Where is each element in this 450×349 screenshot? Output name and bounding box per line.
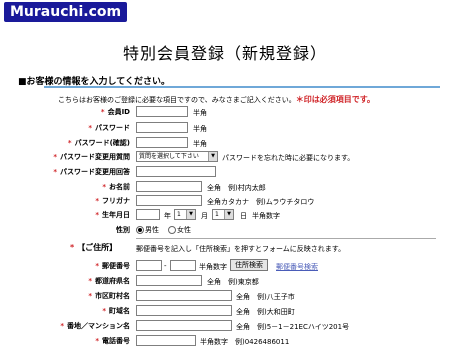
password-label: * パスワード bbox=[88, 124, 130, 132]
member-id-row: * 会員ID 半角 bbox=[0, 106, 450, 120]
street-label: * 番地／マンション名 bbox=[60, 322, 130, 330]
phone-row: * 電話番号 半角数字 例)0426486011 bbox=[0, 335, 450, 349]
gender-female-option[interactable]: 女性 bbox=[168, 225, 191, 235]
answer-input[interactable] bbox=[136, 166, 216, 177]
site-logo[interactable]: Murauchi.com bbox=[4, 2, 128, 22]
password-confirm-hint: 半角 bbox=[193, 140, 207, 148]
address-heading: * 【ご住所】 bbox=[70, 243, 118, 252]
prefecture-label: * 都道府県名 bbox=[88, 277, 130, 285]
name-input[interactable] bbox=[136, 181, 202, 192]
furigana-input[interactable] bbox=[136, 195, 202, 206]
radio-male[interactable] bbox=[136, 226, 144, 234]
city-row: * 市区町村名 全角 例)八王子市 bbox=[0, 290, 450, 304]
postal-code-second-input[interactable] bbox=[170, 260, 196, 271]
radio-female[interactable] bbox=[168, 226, 176, 234]
password-confirm-input[interactable] bbox=[136, 137, 188, 148]
furigana-row: * フリガナ 全角カタカナ 例)ムラウチタロウ bbox=[0, 195, 450, 209]
password-confirm-label: * パスワード(確認) bbox=[67, 139, 130, 147]
intro-text: こちらはお客様のご登録に必要な項目ですので、みなさまご記入ください。＊印は必須項… bbox=[58, 94, 375, 105]
question-row: * パスワード変更用質問 質問を選択して下さい ▼ パスワードを忘れた時に必要になり… bbox=[0, 151, 450, 165]
member-id-input[interactable] bbox=[136, 106, 188, 117]
postal-hint: 半角数字 bbox=[199, 263, 227, 271]
birth-month-select[interactable]: 1 ▼ bbox=[174, 209, 196, 220]
year-unit: 年 bbox=[164, 212, 171, 220]
birthday-row: * 生年月日 年 1 ▼ 月 1 ▼ 日 半角数字 bbox=[0, 209, 450, 223]
prefecture-row: * 都道府県名 全角 例)東京都 bbox=[0, 275, 450, 289]
header-bar: Murauchi.com bbox=[0, 0, 450, 24]
chevron-down-icon: ▼ bbox=[224, 210, 233, 219]
town-label: * 町域名 bbox=[102, 307, 130, 315]
month-unit: 月 bbox=[201, 212, 208, 220]
postal-label: * 郵便番号 bbox=[95, 262, 130, 270]
chevron-down-icon: ▼ bbox=[186, 210, 195, 219]
password-hint: 半角 bbox=[193, 125, 207, 133]
question-select[interactable]: 質問を選択して下さい ▼ bbox=[136, 151, 218, 162]
address-search-button[interactable]: 住所検索 bbox=[230, 259, 268, 271]
city-label: * 市区町村名 bbox=[88, 292, 130, 300]
city-hint: 全角 例)八王子市 bbox=[236, 293, 295, 301]
password-input[interactable] bbox=[136, 122, 188, 133]
page-title: 特別会員登録（新規登録） bbox=[122, 44, 327, 63]
city-input[interactable] bbox=[136, 290, 232, 301]
phone-label: * 電話番号 bbox=[95, 337, 130, 345]
phone-input[interactable] bbox=[136, 335, 196, 346]
name-label: * お名前 bbox=[102, 183, 130, 191]
birthday-label: * 生年月日 bbox=[95, 211, 130, 219]
postal-search-link[interactable]: 郵便番号検索 bbox=[276, 262, 318, 272]
password-row: * パスワード 半角 bbox=[0, 122, 450, 136]
answer-row: * パスワード変更用回答 bbox=[0, 166, 450, 180]
street-hint: 全角 例)5－1－21ECハイツ201号 bbox=[236, 323, 350, 331]
question-hint: パスワードを忘れた時に必要になります。 bbox=[222, 154, 355, 162]
password-confirm-row: * パスワード(確認) 半角 bbox=[0, 137, 450, 151]
member-id-hint: 半角 bbox=[193, 109, 207, 117]
address-note: 郵便番号を記入し「住所検索」を押すとフォームに反映されます。 bbox=[136, 245, 346, 253]
postal-row: * 郵便番号 - 半角数字 住所検索 郵便番号検索 bbox=[0, 259, 450, 274]
town-row: * 町域名 全角 例)大和田町 bbox=[0, 305, 450, 319]
gender-male-option[interactable]: 男性 bbox=[136, 225, 159, 235]
member-id-label: * 会員ID bbox=[100, 108, 130, 116]
postal-separator: - bbox=[164, 262, 167, 270]
prefecture-hint: 全角 例)東京都 bbox=[207, 278, 259, 286]
postal-code-first-input[interactable] bbox=[136, 260, 162, 271]
street-row: * 番地／マンション名 全角 例)5－1－21ECハイツ201号 bbox=[0, 320, 450, 334]
furigana-label: * フリガナ bbox=[95, 197, 130, 205]
birth-year-input[interactable] bbox=[136, 209, 160, 220]
section-divider bbox=[44, 86, 440, 88]
street-input[interactable] bbox=[136, 320, 232, 331]
answer-label: * パスワード変更用回答 bbox=[53, 168, 130, 176]
gender-row: 性別 男性 女性 bbox=[0, 224, 450, 238]
chevron-down-icon: ▼ bbox=[208, 152, 217, 161]
address-divider bbox=[136, 238, 436, 239]
gender-label: 性別 bbox=[116, 226, 130, 234]
name-hint: 全角 例)村内太郎 bbox=[207, 184, 266, 192]
birthday-hint: 半角数字 bbox=[252, 212, 280, 220]
furigana-hint: 全角カタカナ 例)ムラウチタロウ bbox=[207, 198, 315, 206]
town-input[interactable] bbox=[136, 305, 232, 316]
town-hint: 全角 例)大和田町 bbox=[236, 308, 295, 316]
prefecture-input[interactable] bbox=[136, 275, 202, 286]
day-unit: 日 bbox=[240, 212, 247, 220]
required-note: ＊印は必須項目です。 bbox=[295, 95, 375, 104]
name-row: * お名前 全角 例)村内太郎 bbox=[0, 181, 450, 195]
birth-day-select[interactable]: 1 ▼ bbox=[212, 209, 234, 220]
question-label: * パスワード変更用質問 bbox=[53, 153, 130, 161]
intro-message: こちらはお客様のご登録に必要な項目ですので、みなさまご記入ください。 bbox=[58, 96, 296, 104]
